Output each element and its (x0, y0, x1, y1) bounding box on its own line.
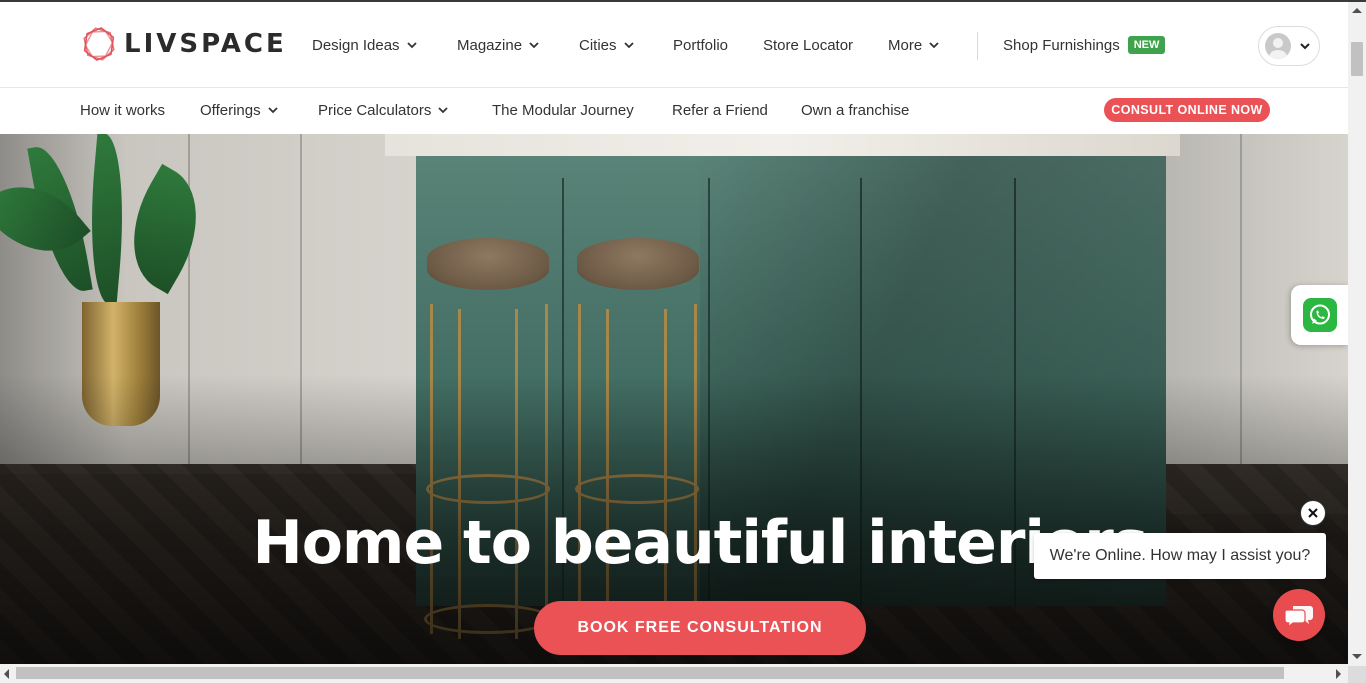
subnav-how-it-works[interactable]: How it works (80, 98, 165, 122)
nav-magazine[interactable]: Magazine (457, 33, 540, 57)
chevron-down-icon (1299, 40, 1311, 52)
nav-store-locator[interactable]: Store Locator (763, 33, 853, 57)
chevron-down-icon (928, 39, 940, 51)
subnav-offerings[interactable]: Offerings (200, 98, 279, 122)
subnav-refer-a-friend-label: Refer a Friend (672, 101, 768, 119)
nav-design-ideas[interactable]: Design Ideas (312, 33, 418, 57)
new-badge: NEW (1127, 36, 1166, 54)
nav-shop-furnishings-label: Shop Furnishings (1003, 36, 1120, 54)
user-avatar-icon (1265, 33, 1291, 59)
brand-logo[interactable]: LIVSPACE (80, 24, 287, 64)
chevron-down-icon (267, 104, 279, 116)
nav-design-ideas-label: Design Ideas (312, 36, 400, 54)
brand-name: LIVSPACE (124, 29, 287, 59)
nav-portfolio-label: Portfolio (673, 36, 729, 54)
subnav-price-calculators-label: Price Calculators (318, 101, 432, 119)
subnav-refer-a-friend[interactable]: Refer a Friend (672, 98, 768, 122)
chevron-down-icon (623, 39, 635, 51)
chevron-down-icon (437, 104, 449, 116)
vertical-scrollbar[interactable] (1348, 2, 1366, 666)
nav-more-label: More (888, 36, 923, 54)
consult-online-button[interactable]: CONSULT ONLINE NOW (1104, 98, 1270, 122)
scroll-left-arrow-icon[interactable] (4, 669, 9, 679)
subnav-modular-journey[interactable]: The Modular Journey (492, 98, 634, 122)
subnav-offerings-label: Offerings (200, 101, 261, 119)
scroll-down-arrow-icon[interactable] (1352, 654, 1362, 659)
horizontal-scroll-thumb[interactable] (16, 667, 1284, 679)
close-icon (1308, 508, 1318, 518)
subnav-own-a-franchise-label: Own a franchise (801, 101, 910, 119)
nav-more[interactable]: More (888, 33, 940, 57)
livspace-logo-icon (83, 27, 115, 61)
nav-store-locator-label: Store Locator (763, 36, 854, 54)
chat-bubbles-icon (1284, 606, 1313, 628)
nav-cities-label: Cities (579, 36, 617, 54)
whatsapp-button[interactable] (1291, 285, 1348, 345)
secondary-nav: How it works Offerings Price Calculators… (0, 88, 1348, 134)
hero-banner: Home to beautiful interiors BOOK FREE CO… (0, 134, 1348, 664)
subnav-modular-journey-label: The Modular Journey (492, 101, 634, 119)
subnav-how-it-works-label: How it works (80, 101, 166, 119)
profile-menu-button[interactable] (1258, 26, 1320, 66)
scrollbar-corner (1348, 666, 1366, 683)
hero-background-image (0, 134, 1348, 664)
subnav-own-a-franchise[interactable]: Own a franchise (801, 98, 909, 122)
scroll-up-arrow-icon[interactable] (1352, 8, 1362, 13)
horizontal-scrollbar[interactable] (0, 664, 1348, 683)
chat-greeting-text: We're Online. How may I assist you? (1049, 547, 1311, 564)
chat-close-button[interactable] (1300, 500, 1326, 526)
chevron-down-icon (406, 39, 418, 51)
chevron-down-icon (528, 39, 540, 51)
nav-portfolio[interactable]: Portfolio (673, 33, 728, 57)
vertical-scroll-thumb[interactable] (1351, 42, 1363, 76)
nav-magazine-label: Magazine (457, 36, 523, 54)
whatsapp-icon (1302, 298, 1337, 332)
book-free-consultation-button[interactable]: BOOK FREE CONSULTATION (534, 601, 866, 655)
nav-divider (977, 32, 978, 60)
nav-shop-furnishings[interactable]: Shop Furnishings NEW (1003, 33, 1166, 57)
subnav-price-calculators[interactable]: Price Calculators (318, 98, 449, 122)
chat-greeting-bubble[interactable]: We're Online. How may I assist you? (1034, 533, 1326, 579)
chat-launcher-button[interactable] (1273, 589, 1325, 641)
scroll-right-arrow-icon[interactable] (1336, 669, 1341, 679)
nav-cities[interactable]: Cities (579, 33, 635, 57)
site-header: LIVSPACE Design Ideas Magazine Cities Po… (0, 2, 1348, 88)
